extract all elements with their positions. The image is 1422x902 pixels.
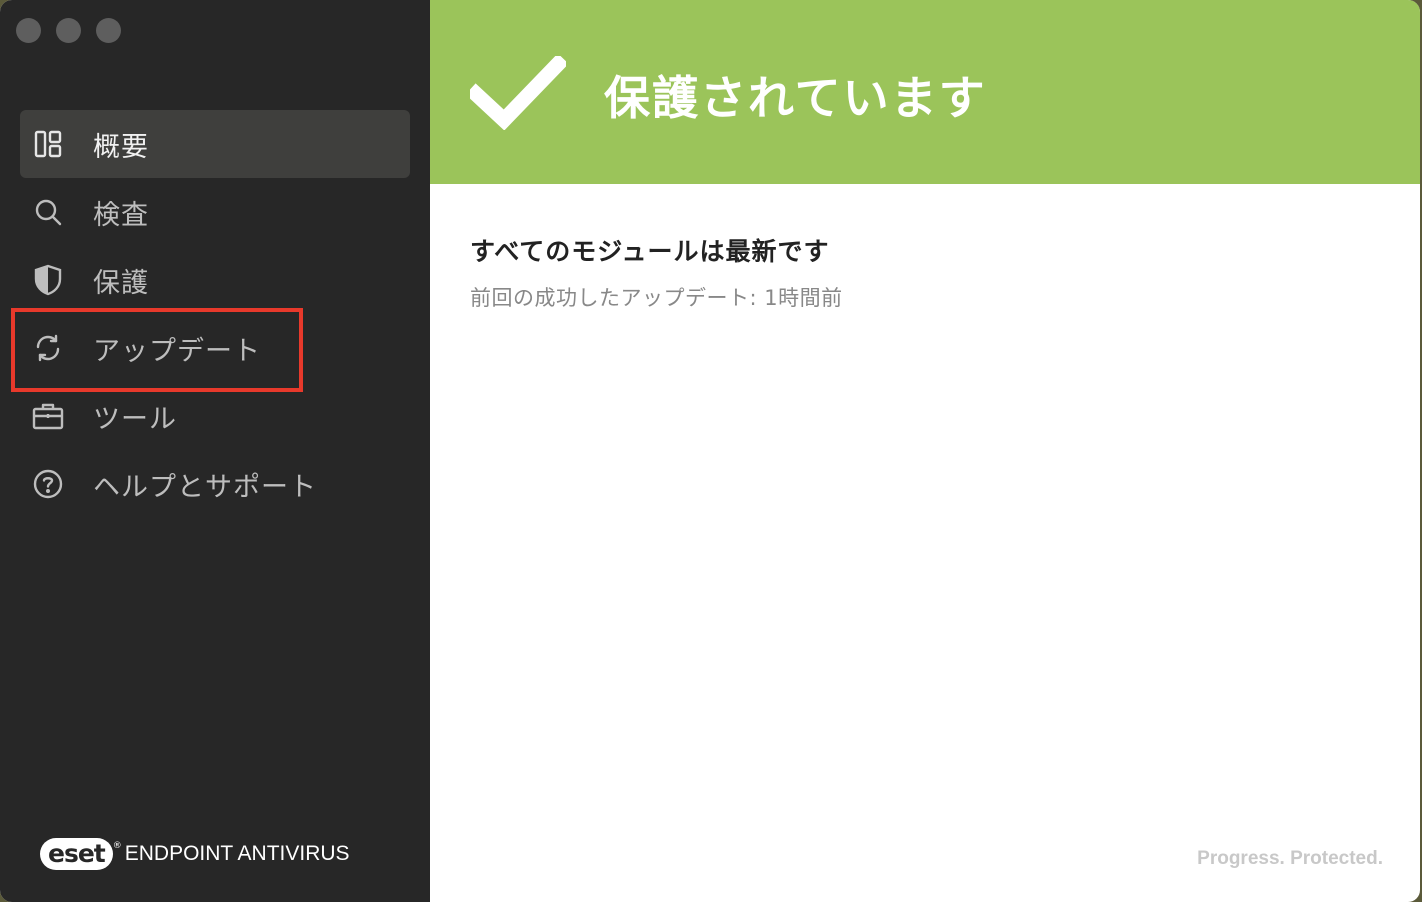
- sidebar-item-scan[interactable]: 検査: [20, 178, 410, 246]
- close-window-button[interactable]: [16, 18, 41, 43]
- status-heading: すべてのモジュールは最新です: [470, 237, 830, 266]
- app-window: 概要 検査 保護 アップデート ツール ヘルプとサポート eset ® ENDP…: [0, 0, 1420, 902]
- tagline: Progress. Protected.: [1197, 848, 1383, 869]
- window-controls: [16, 18, 121, 43]
- zoom-window-button[interactable]: [96, 18, 121, 43]
- main-content: すべてのモジュールは最新です 前回の成功したアップデート: 1時間前: [470, 232, 843, 312]
- product-name: ENDPOINT ANTIVIRUS: [124, 842, 350, 865]
- checkmark-icon: [465, 53, 569, 134]
- sidebar-item-label: 検査: [93, 199, 149, 231]
- sidebar-item-help[interactable]: ヘルプとサポート: [20, 450, 410, 518]
- search-icon: [32, 196, 64, 228]
- shield-icon: [32, 264, 64, 296]
- highlight-annotation: [11, 308, 303, 392]
- sidebar-item-protection[interactable]: 保護: [20, 246, 410, 314]
- sidebar-item-label: 概要: [93, 131, 149, 163]
- status-banner: 保護されています: [430, 0, 1420, 184]
- dashboard-icon: [32, 128, 64, 160]
- help-icon: [32, 468, 64, 500]
- briefcase-icon: [32, 400, 64, 432]
- sidebar-item-label: ツール: [93, 403, 177, 435]
- sidebar: 概要 検査 保護 アップデート ツール ヘルプとサポート eset ® ENDP…: [0, 0, 430, 902]
- last-update-text: 前回の成功したアップデート: 1時間前: [470, 286, 843, 310]
- brand: eset ® ENDPOINT ANTIVIRUS: [40, 838, 350, 870]
- sidebar-item-label: 保護: [93, 267, 149, 299]
- sidebar-item-tools[interactable]: ツール: [20, 382, 410, 450]
- sidebar-item-overview[interactable]: 概要: [20, 110, 410, 178]
- sidebar-item-label: ヘルプとサポート: [93, 471, 317, 503]
- eset-logo: eset ®: [40, 838, 122, 870]
- status-title: 保護されています: [604, 71, 987, 125]
- minimize-window-button[interactable]: [56, 18, 81, 43]
